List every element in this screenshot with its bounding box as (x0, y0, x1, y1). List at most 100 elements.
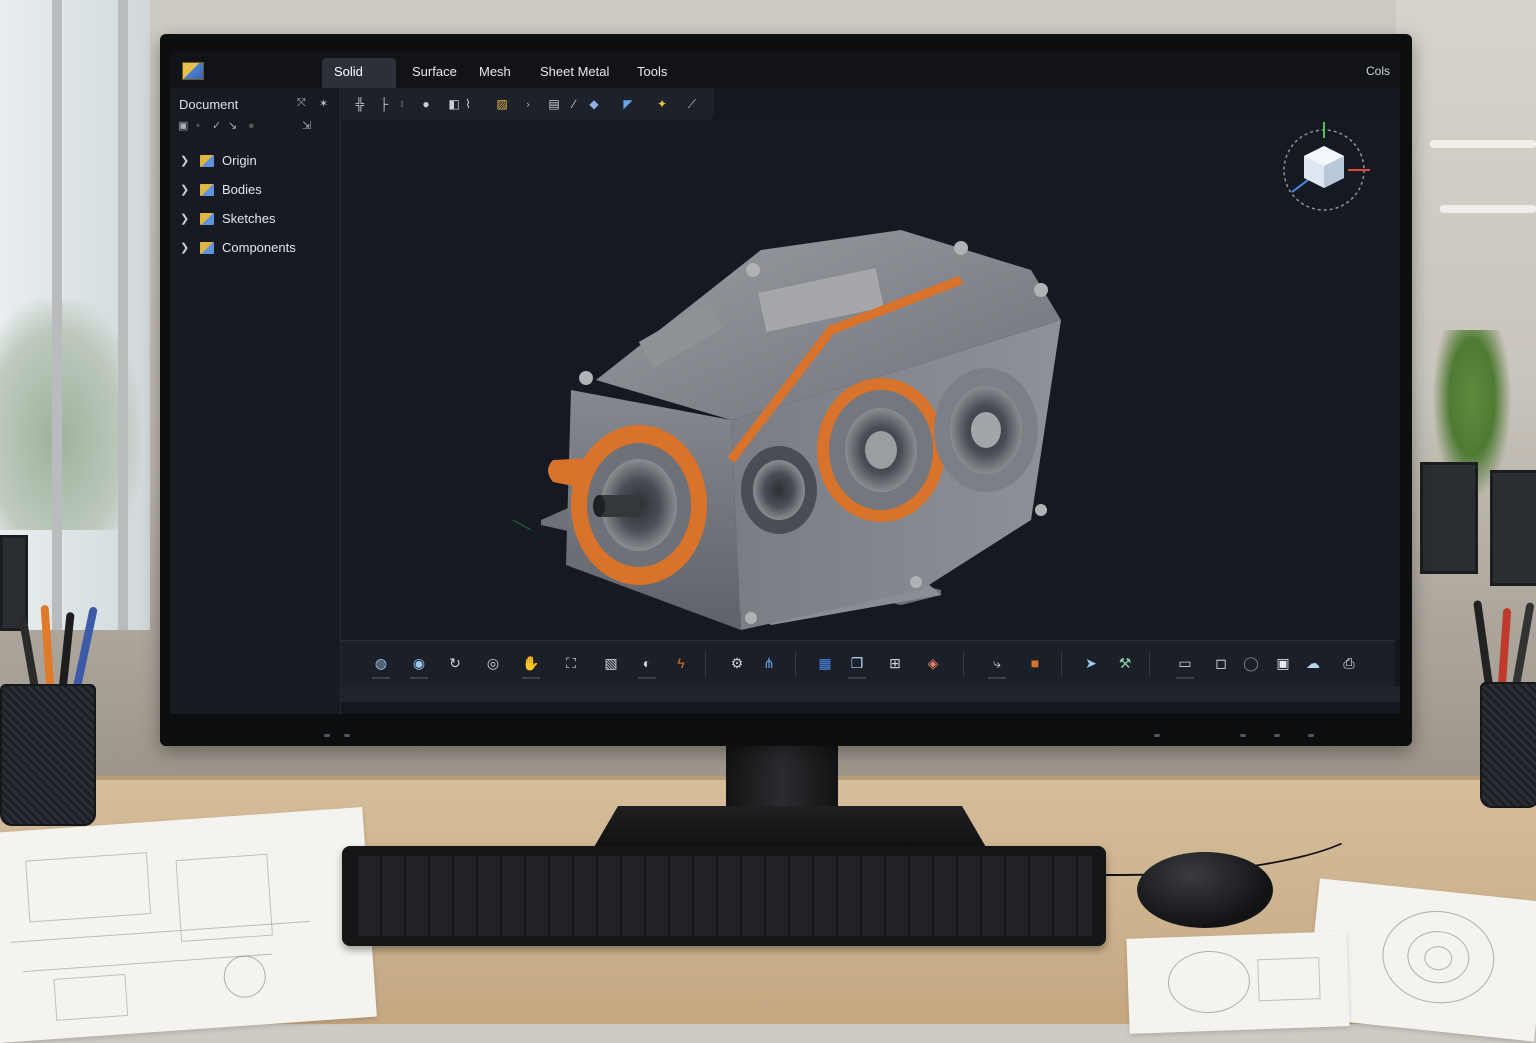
pen-cup (1480, 682, 1536, 808)
orbit-icon[interactable]: ◍ (371, 653, 391, 673)
ribbon-tab-bar: Solid Surface Mesh Sheet Metal Tools Col… (170, 52, 1400, 88)
tree-item-components[interactable]: ❯ Components (178, 239, 328, 261)
tree-item-label: Bodies (222, 182, 262, 197)
tab-tools[interactable]: Tools (623, 58, 681, 88)
tree-item-sketches[interactable]: ❯ Sketches (178, 210, 328, 232)
panel-tool-row: ▣ ◦ ✓ ↘ ● ⇲ (178, 120, 333, 138)
pin-icon[interactable]: ✶ (319, 97, 328, 110)
tree-item-label: Origin (222, 153, 257, 168)
ribbon-toolbar: ╬ ├ ⁝ ● ◧ ⌇ ▨ › ▤ ∕ ◆ ◤ ✦ ⟋ (342, 88, 714, 120)
folder-icon (200, 184, 214, 196)
camera-icon[interactable]: ◎ (483, 653, 503, 673)
fit-icon[interactable]: ⛶ (561, 653, 581, 673)
ceiling-light (1440, 205, 1536, 213)
pen-icon[interactable]: ∕ (566, 96, 582, 112)
arrow-icon[interactable]: › (520, 96, 536, 112)
background-monitor (1490, 470, 1536, 586)
navigation-toolbar: ◍ ◉ ↻ ◎ ✋ ⛶ ▧ ◐ ϟ ⚙ ⋔ ▦ ❐ ⊞ ◈ ⤷ ■ ➤ ⚒ ▭ … (341, 640, 1395, 687)
sphere-icon[interactable]: ● (418, 96, 434, 112)
tree-item-label: Sketches (222, 211, 276, 226)
status-bar (341, 686, 1400, 702)
hand-icon[interactable]: ✋ (521, 653, 541, 673)
blueprint-paper (0, 807, 377, 1043)
brush-icon[interactable]: ⟋ (684, 96, 700, 112)
save-icon[interactable]: ▦ (815, 653, 835, 673)
folder-icon (200, 242, 214, 254)
window-mullion (52, 0, 62, 630)
app-logo-icon[interactable] (182, 62, 204, 80)
wand-icon[interactable]: ✦ (654, 96, 670, 112)
curve-icon[interactable]: ⤷ (987, 653, 1007, 673)
list-icon[interactable]: ▤ (546, 96, 562, 112)
background-monitor (1420, 462, 1478, 574)
tree-item-origin[interactable]: ❯ Origin (178, 152, 328, 174)
paint-icon[interactable]: ◤ (620, 96, 636, 112)
cloud-icon[interactable]: ☁ (1303, 653, 1323, 673)
sphere-view-icon[interactable]: ◐ (637, 653, 657, 673)
cad-app-window: Solid Surface Mesh Sheet Metal Tools Col… (170, 52, 1400, 714)
measure-icon[interactable]: ϟ (671, 653, 691, 673)
3d-viewport[interactable] (341, 120, 1400, 640)
square-icon[interactable]: ◻ (1211, 653, 1231, 673)
nodes-icon[interactable]: ⋔ (759, 653, 779, 673)
tab-solid[interactable]: Solid (322, 58, 396, 88)
window-mullion (118, 0, 128, 630)
layers-icon[interactable]: ❐ (847, 653, 867, 673)
material-icon[interactable]: ■ (1025, 653, 1045, 673)
wrench-icon[interactable]: ⚒ (1115, 653, 1135, 673)
tab-surface[interactable]: Surface (398, 58, 471, 88)
select-icon[interactable]: ▣ (178, 120, 188, 132)
viewcube[interactable] (1278, 120, 1370, 212)
tab-mesh[interactable]: Mesh (465, 58, 525, 88)
tree-item-bodies[interactable]: ❯ Bodies (178, 181, 328, 203)
browser-panel: Document ⤧ ✶ ▣ ◦ ✓ ↘ ● ⇲ ❯ Origin ❯ Bodi… (170, 88, 341, 714)
pen-cup (0, 684, 96, 826)
panel-title: Document (179, 97, 239, 112)
shield-icon[interactable]: ◆ (586, 96, 602, 112)
collapse-icon[interactable]: ⤧ (297, 97, 306, 110)
top-right-label[interactable]: Cols (1366, 64, 1390, 78)
sketch-grid-icon[interactable]: ╬ (352, 96, 368, 112)
icon-underline (1176, 677, 1194, 679)
ceiling-light (1430, 140, 1536, 148)
circle-icon[interactable]: ● (248, 120, 258, 132)
chevron-right-icon[interactable]: ❯ (180, 212, 189, 225)
filter-icon[interactable]: ◦ (196, 120, 206, 132)
expand-icon[interactable]: ⇲ (302, 120, 312, 132)
chevron-right-icon[interactable]: ❯ (180, 154, 189, 167)
icon-underline (638, 677, 656, 679)
line-icon[interactable]: ├ (376, 96, 392, 112)
globe-icon[interactable]: ◉ (409, 653, 429, 673)
dot-icon[interactable]: ⁝ (394, 96, 410, 112)
export-icon[interactable]: ⎙ (1339, 653, 1359, 673)
tree-item-label: Components (222, 240, 296, 255)
table-icon[interactable]: ⊞ (885, 653, 905, 673)
toolbar-separator (1149, 651, 1150, 677)
window-icon[interactable]: ▣ (1273, 653, 1293, 673)
rotate-icon[interactable]: ↻ (445, 653, 465, 673)
chevron-right-icon[interactable]: ❯ (180, 183, 189, 196)
image-icon[interactable]: ▨ (494, 96, 510, 112)
icon-underline (372, 677, 390, 679)
box-icon[interactable]: ◈ (923, 653, 943, 673)
edge-icon[interactable]: ⌇ (460, 96, 476, 112)
icon-underline (988, 677, 1006, 679)
sketch-paper (1126, 931, 1350, 1034)
check-icon[interactable]: ✓ (212, 120, 222, 132)
monitor-stand (726, 746, 838, 810)
mouse (1137, 852, 1273, 928)
tab-sheet-metal[interactable]: Sheet Metal (526, 58, 623, 88)
folder-icon (200, 213, 214, 225)
chevron-right-icon[interactable]: ❯ (180, 241, 189, 254)
circle-icon[interactable]: ◯ (1241, 653, 1261, 673)
display-icon[interactable]: ▭ (1175, 653, 1195, 673)
icon-underline (848, 677, 866, 679)
arrow-icon[interactable]: ➤ (1081, 653, 1101, 673)
icon-underline (410, 677, 428, 679)
toolbar-separator (1061, 651, 1062, 677)
keyboard (342, 846, 1106, 946)
pencil-icon[interactable]: ↘ (228, 120, 238, 132)
frame-icon[interactable]: ▧ (601, 653, 621, 673)
gearbox-model[interactable] (341, 120, 1400, 640)
settings-icon[interactable]: ⚙ (727, 653, 747, 673)
